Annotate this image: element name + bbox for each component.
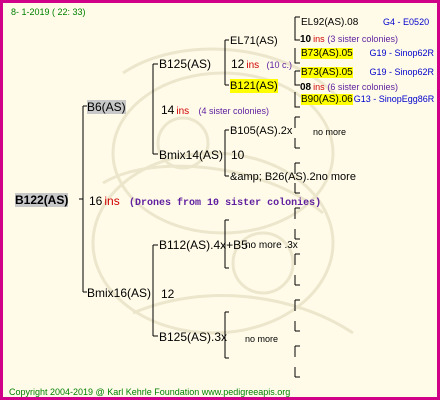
root-ins-word: ins — [104, 194, 120, 208]
grandparent-3-extra: no more .3x — [245, 240, 298, 251]
gen4-item-3-name[interactable]: B73(AS).05 — [301, 67, 353, 78]
ggp-1-ins-word: ins — [313, 34, 325, 44]
pedigree-frame: 8- 1-2019 ( 22: 33) B122(AS) 16 ins (Dron… — [0, 0, 440, 400]
gen4-item-3-code: G19 - Sinop62R — [369, 67, 435, 77]
grandparent-4-extra: no more — [245, 334, 279, 344]
parent-drone-1[interactable]: Bmix16(AS) — [87, 286, 151, 300]
report-date: 8- 1-2019 ( 22: 33) — [11, 7, 86, 17]
gen4-item-2-code: G19 - Sinop62R — [369, 48, 435, 58]
grandparent-1-ins-info: 12 ins (10 c.) — [231, 57, 292, 73]
root-ins-note: (Drones from 10 sister colonies) — [129, 198, 322, 209]
grandparent-2-num: 10 — [231, 148, 245, 162]
gen4-item-2: B73(AS).05 G19 - Sinop62R — [301, 46, 434, 61]
gen4-item-4-name[interactable]: B90(AS).06 — [301, 94, 353, 105]
root-queen[interactable]: B122(AS) — [15, 193, 69, 207]
great-grandparent-4[interactable]: &amp; B26(AS).2no more — [230, 170, 356, 184]
grandparent-1[interactable]: B125(AS) — [159, 57, 211, 71]
ggp-2-ins-word: ins — [313, 82, 325, 92]
grandparent-3[interactable]: B112(AS).4x+B5 — [159, 238, 248, 252]
parent-drone-1-num: 12 — [161, 287, 175, 301]
root-ins-num: 16 — [89, 194, 103, 208]
ggp-1-ins-note: (3 sister colonies) — [327, 34, 398, 44]
gen4-item-1-name[interactable]: EL92(AS).08 — [301, 17, 358, 28]
great-grandparent-3[interactable]: B105(AS).2x — [230, 124, 292, 138]
gen4-item-4: B90(AS).06G13 - SinopEgg86R — [301, 92, 434, 107]
grandparent-1-ins-note: (10 c.) — [266, 60, 293, 70]
parent-1-ins-info: 14 ins (4 sister colonies) — [161, 103, 269, 119]
gen4-item-2-name[interactable]: B73(AS).05 — [301, 48, 353, 59]
grandparent-4[interactable]: B125(AS).3x — [159, 330, 227, 344]
root-ins-info: 16 ins (Drones from 10 sister colonies) — [89, 194, 321, 211]
gen4-item-4-code: G13 - SinopEgg86R — [353, 94, 435, 104]
grandparent-1-ins-num: 12 — [231, 57, 245, 71]
parent-1-ins-note: (4 sister colonies) — [198, 106, 270, 116]
parent-queen-1[interactable]: B6(AS) — [87, 100, 126, 114]
great-grandparent-2[interactable]: B121(AS) — [230, 79, 278, 93]
grandparent-1-ins-word: ins — [246, 60, 260, 71]
gen4-item-3: B73(AS).05 G19 - Sinop62R — [301, 65, 434, 80]
gen4-item-1-code: G4 - E0520 — [383, 17, 430, 27]
ggp-1-ins-num: 10 — [300, 34, 312, 45]
great-grandparent-3-extra: no more — [313, 127, 347, 137]
ggp-2-ins-note: (6 sister colonies) — [327, 82, 398, 92]
great-grandparent-1[interactable]: EL71(AS) — [230, 34, 278, 48]
grandparent-2[interactable]: Bmix14(AS) — [159, 148, 223, 162]
great-grandparent-1-ins-info: 10 ins (3 sister colonies) — [300, 32, 398, 47]
parent-1-ins-word: ins — [176, 106, 190, 117]
footer-copyright: Copyright 2004-2019 @ Karl Kehrle Founda… — [9, 387, 291, 397]
gen4-item-1: EL92(AS).08 G4 - E0520 — [301, 15, 429, 30]
parent-1-ins-num: 14 — [161, 103, 175, 117]
